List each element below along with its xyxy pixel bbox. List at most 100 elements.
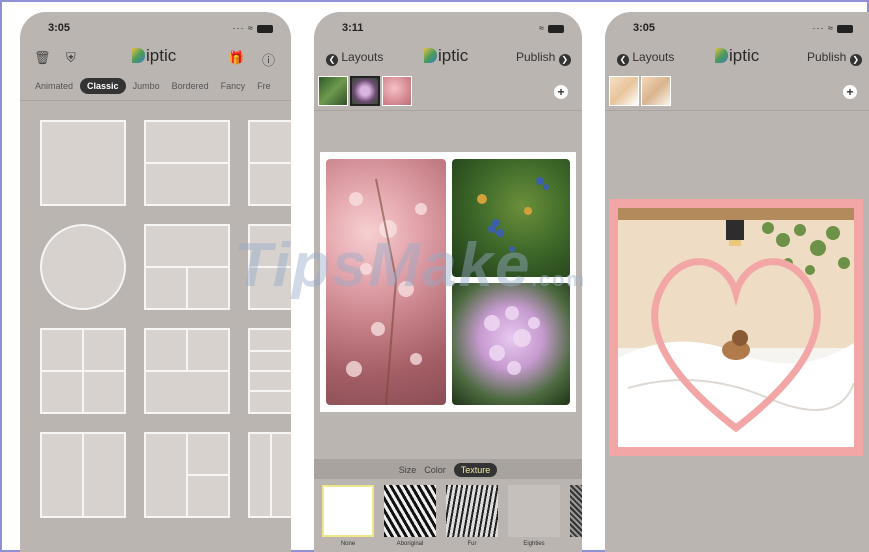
collage-cell-green-berries[interactable]: [452, 159, 570, 277]
gift-icon[interactable]: 🎁: [228, 50, 244, 66]
chevron-left-icon: ❮: [326, 54, 338, 66]
app-logo: iptic: [132, 46, 176, 66]
layout-category-tabs: Animated Classic Jumbo Bordered Fancy Fre: [30, 78, 278, 98]
layout-circle[interactable]: [40, 224, 126, 310]
status-bar: 3:11 ≈: [314, 12, 582, 42]
shield-icon[interactable]: ⛨: [66, 50, 76, 66]
photo-thumbnail[interactable]: [641, 76, 671, 106]
tab-freeform[interactable]: Fre: [252, 78, 276, 94]
texture-eighties[interactable]: [508, 485, 560, 537]
signal-icons: ≈: [539, 23, 564, 33]
status-time: 3:05: [48, 22, 71, 34]
tab-bordered[interactable]: Bordered: [167, 78, 214, 94]
tab-texture[interactable]: Texture: [453, 463, 498, 477]
photo-thumbnail[interactable]: [382, 76, 412, 106]
status-bar: 3:05 ··· ≈: [20, 12, 291, 42]
chevron-right-icon: ❯: [849, 54, 862, 66]
status-time: 3:11: [342, 22, 364, 34]
layout-four-grid[interactable]: [40, 328, 126, 414]
phone-heart-frame-screen: 3:05 ··· ≈ ❮ Layouts iptic Publish ❯ +: [605, 12, 869, 552]
top-nav: ❮ Layouts iptic Publish ❯: [314, 42, 582, 72]
layout-partial[interactable]: [248, 328, 291, 414]
divider: [605, 110, 869, 111]
battery-icon: [837, 24, 853, 33]
collage-cell-pink-flowers[interactable]: [326, 159, 446, 405]
phone-layouts-screen: 3:05 ··· ≈ 🗑 ⛨ iptic 🎁 ⓘ Animated Classic…: [20, 12, 291, 552]
photo-thumbnail[interactable]: [350, 76, 380, 106]
tab-size[interactable]: Size: [399, 465, 417, 475]
app-logo: iptic: [424, 46, 468, 66]
layout-two-rows[interactable]: [144, 120, 230, 206]
tab-color[interactable]: Color: [424, 465, 446, 475]
status-time: 3:05: [633, 22, 656, 34]
tab-fancy[interactable]: Fancy: [216, 78, 251, 94]
layout-two-columns[interactable]: [40, 432, 126, 518]
back-label: Layouts: [632, 50, 675, 64]
signal-icons: ··· ≈: [813, 23, 853, 33]
photo-thumbnail[interactable]: [609, 76, 639, 106]
app-logo: iptic: [715, 46, 759, 66]
publish-label: Publish: [807, 50, 847, 64]
layout-partial[interactable]: [248, 432, 291, 518]
texture-partial[interactable]: [570, 485, 582, 537]
texture-none[interactable]: [322, 485, 374, 537]
publish-button[interactable]: Publish ❯: [807, 50, 862, 66]
texture-label: Eighties: [523, 541, 545, 547]
divider: [314, 110, 582, 111]
lilac-texture: [484, 306, 540, 375]
diptic-logo-mark: [715, 48, 728, 63]
chevron-right-icon: ❯: [558, 54, 571, 66]
app-title: iptic: [729, 46, 760, 65]
layout-one-left-two-right[interactable]: [144, 432, 230, 518]
bedroom-dog-photo: [618, 208, 854, 447]
chevron-left-icon: ❮: [617, 54, 629, 66]
publish-button[interactable]: Publish ❯: [516, 50, 571, 66]
texture-picker: None Aboriginal Fur Eighties: [314, 479, 582, 552]
layouts-back-button[interactable]: ❮ Layouts: [326, 50, 383, 66]
collage-cell-lilac[interactable]: [452, 283, 570, 405]
battery-icon: [548, 24, 564, 33]
signal-icons: ··· ≈: [233, 23, 273, 33]
wifi-icon: ≈: [539, 23, 545, 33]
texture-fur[interactable]: [446, 485, 498, 537]
layout-single[interactable]: [40, 120, 126, 206]
diptic-logo-mark: [424, 48, 437, 63]
top-nav: 🗑 ⛨ iptic 🎁 ⓘ: [20, 42, 291, 72]
app-title: iptic: [438, 46, 469, 65]
plus-icon[interactable]: +: [843, 85, 857, 99]
texture-aboriginal[interactable]: [384, 485, 436, 537]
pink-flower-texture: [346, 178, 427, 405]
tab-classic[interactable]: Classic: [80, 78, 126, 94]
top-nav: ❮ Layouts iptic Publish ❯: [605, 42, 869, 72]
wifi-icon: ≈: [248, 23, 254, 33]
layout-partial[interactable]: [248, 120, 291, 206]
photo-thumbnail[interactable]: [318, 76, 348, 106]
layouts-back-button[interactable]: ❮ Layouts: [617, 50, 674, 66]
texture-label: Aboriginal: [396, 541, 424, 547]
photo-thumbnail-row: +: [314, 74, 582, 110]
app-title: iptic: [146, 46, 177, 65]
diptic-logo-mark: [132, 48, 145, 63]
layout-partial[interactable]: [248, 224, 291, 310]
plus-icon[interactable]: +: [554, 85, 568, 99]
tab-jumbo[interactable]: Jumbo: [128, 78, 165, 94]
wifi-icon: ≈: [828, 23, 834, 33]
phone-editor-screen: 3:11 ≈ ❮ Layouts iptic Publish ❯ + Size …: [314, 12, 582, 552]
texture-label: Fur: [467, 541, 477, 547]
layout-one-top-two-bottom[interactable]: [144, 224, 230, 310]
photo-thumbnail-row: +: [605, 74, 869, 110]
divider: [20, 100, 291, 101]
texture-label: None: [340, 541, 356, 547]
publish-label: Publish: [516, 50, 556, 64]
trash-icon[interactable]: 🗑: [34, 50, 51, 66]
back-label: Layouts: [341, 50, 384, 64]
berry-texture: [477, 177, 549, 252]
editor-option-tabs: Size Color Texture: [314, 459, 582, 479]
tab-animated[interactable]: Animated: [30, 78, 78, 94]
collage-canvas: [320, 152, 576, 412]
layout-two-top-one-bottom[interactable]: [144, 328, 230, 414]
status-bar: 3:05 ··· ≈: [605, 12, 869, 42]
battery-icon: [257, 24, 273, 33]
heart-frame-collage[interactable]: [609, 199, 863, 456]
help-icon[interactable]: ⓘ: [262, 50, 275, 69]
